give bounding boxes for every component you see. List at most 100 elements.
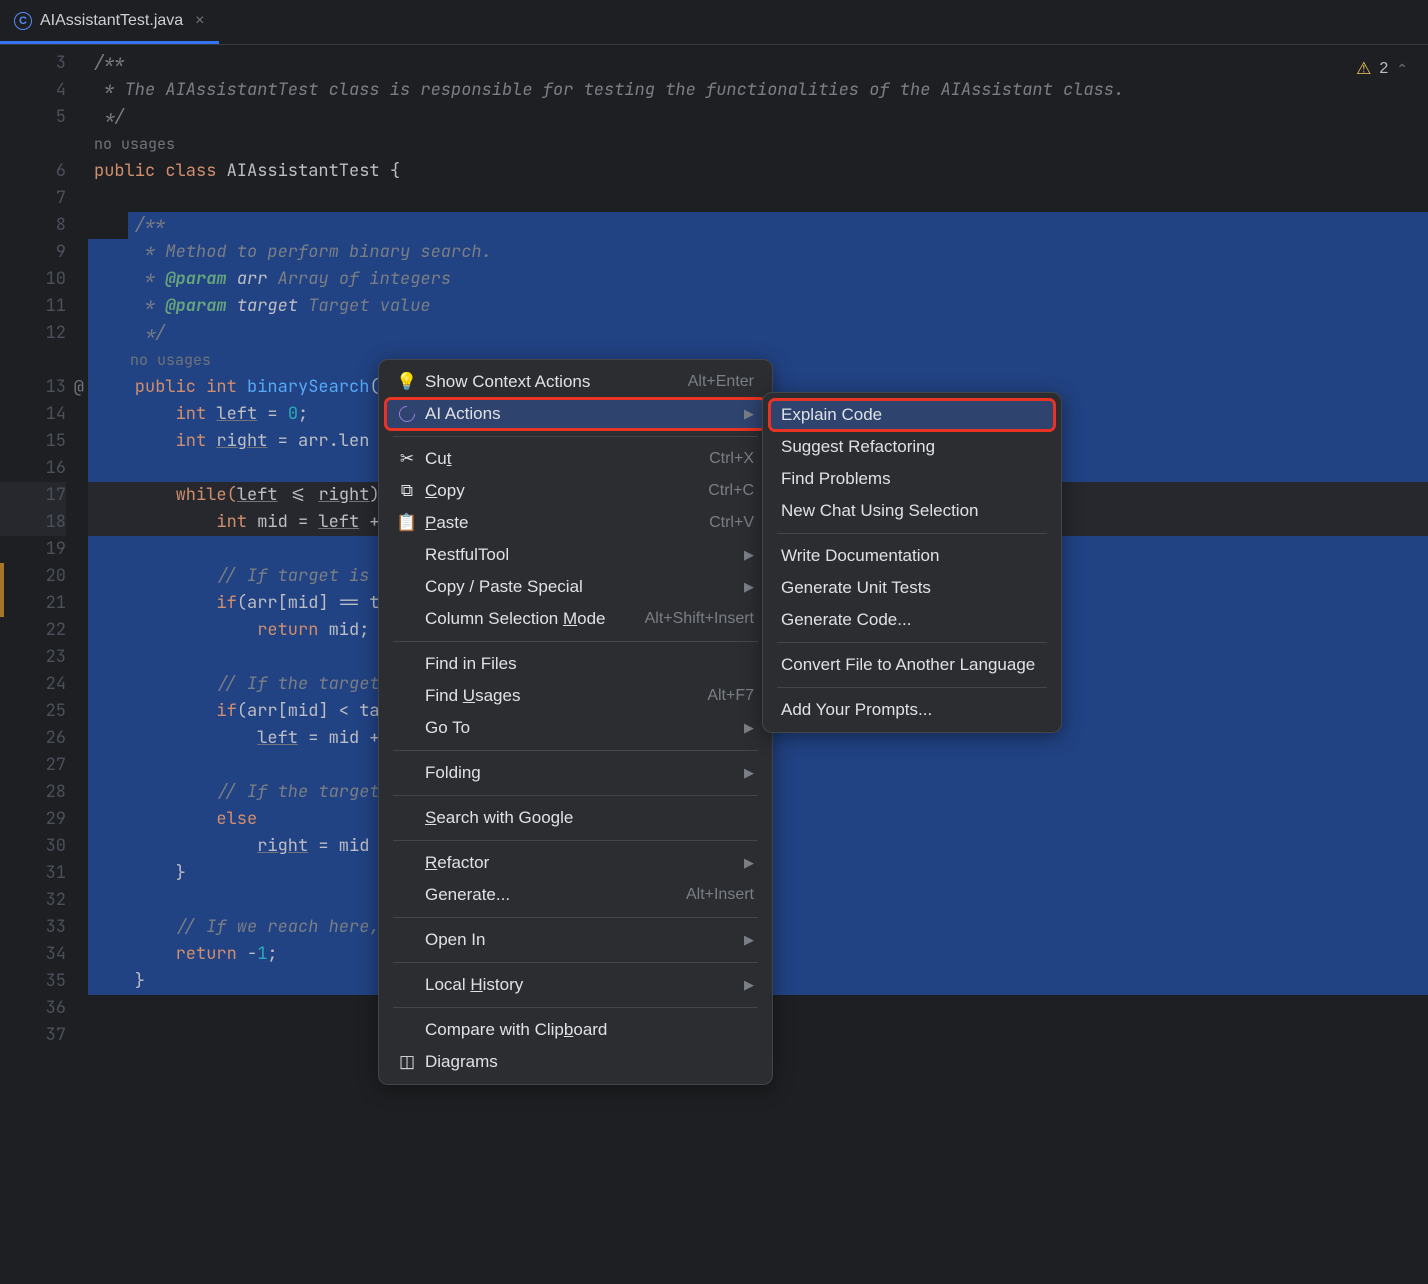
separator (393, 840, 758, 841)
code: */ (94, 106, 125, 128)
line-number[interactable]: 18 (0, 509, 66, 536)
menu-find-usages[interactable]: Find Usages Alt+F7 (385, 680, 766, 712)
line-number[interactable]: 33 (0, 914, 66, 941)
ai-actions-submenu: Explain Code Suggest Refactoring Find Pr… (762, 392, 1062, 733)
line-number[interactable]: 32 (0, 887, 66, 914)
submenu-convert-file[interactable]: Convert File to Another Language (769, 649, 1055, 681)
chevron-right-icon: ▶ (744, 765, 754, 781)
line-number[interactable]: 4 (0, 77, 66, 104)
line-number[interactable]: 24 (0, 671, 66, 698)
submenu-generate-unit-tests[interactable]: Generate Unit Tests (769, 572, 1055, 604)
chevron-right-icon: ▶ (744, 720, 754, 736)
paste-icon: 📋 (397, 513, 417, 533)
code: // If the target (94, 673, 380, 695)
separator (777, 642, 1047, 643)
line-number[interactable]: 12 (0, 320, 66, 347)
usage-hint[interactable]: no usages (88, 131, 1428, 158)
line-number[interactable]: 14 (0, 401, 66, 428)
submenu-new-chat[interactable]: New Chat Using Selection (769, 495, 1055, 527)
menu-local-history[interactable]: Local History ▶ (385, 969, 766, 1001)
submenu-generate-code[interactable]: Generate Code... (769, 604, 1055, 636)
menu-diagrams[interactable]: ◫ Diagrams (385, 1046, 766, 1078)
line-number[interactable]: 25 (0, 698, 66, 725)
submenu-add-prompts[interactable]: Add Your Prompts... (769, 694, 1055, 726)
gutter: 3 4 5 6 7 8 9 10 11 12 13@ 14 15 16 17 1… (0, 45, 88, 1284)
bulb-icon: 💡 (397, 372, 417, 392)
copy-icon: ⧉ (397, 481, 417, 501)
line-number[interactable]: 19 (0, 536, 66, 563)
line-number[interactable]: 3 (0, 50, 66, 77)
line-number[interactable]: 34 (0, 941, 66, 968)
line-number[interactable]: 8 (0, 212, 66, 239)
line-number[interactable]: 35 (0, 968, 66, 995)
menu-search-google[interactable]: Search with Google (385, 802, 766, 834)
menu-restfultool[interactable]: RestfulTool ▶ (385, 539, 766, 571)
line-number[interactable]: 21 (0, 590, 66, 617)
menu-go-to[interactable]: Go To ▶ (385, 712, 766, 744)
tab-filename: AIAssistantTest.java (40, 12, 183, 30)
diagram-icon: ◫ (397, 1052, 417, 1072)
menu-show-context-actions[interactable]: 💡 Show Context Actions Alt+Enter (385, 366, 766, 398)
line-number[interactable]: 10 (0, 266, 66, 293)
line-number[interactable]: 7 (0, 185, 66, 212)
line-number[interactable]: 15 (0, 428, 66, 455)
file-tab[interactable]: AIAssistantTest.java × (0, 0, 219, 44)
line-number[interactable]: 9 (0, 239, 66, 266)
menu-paste[interactable]: 📋 Paste Ctrl+V (385, 507, 766, 539)
menu-column-selection[interactable]: Column Selection Mode Alt+Shift+Insert (385, 603, 766, 635)
separator (393, 1007, 758, 1008)
submenu-explain-code[interactable]: Explain Code (769, 399, 1055, 431)
code: // If the target (94, 781, 380, 803)
menu-compare-clipboard[interactable]: Compare with Clipboard (385, 1014, 766, 1046)
line-number[interactable]: 6 (0, 158, 66, 185)
line-number[interactable]: 27 (0, 752, 66, 779)
menu-folding[interactable]: Folding ▶ (385, 757, 766, 789)
menu-ai-actions[interactable]: AI Actions ▶ (385, 398, 766, 430)
menu-copy[interactable]: ⧉ Copy Ctrl+C (385, 475, 766, 507)
line-number[interactable]: 28 (0, 779, 66, 806)
gutter-override-icon[interactable]: @ (74, 374, 84, 401)
code: * The AIAssistantTest class is responsib… (94, 79, 1124, 101)
separator (393, 641, 758, 642)
line-number[interactable]: 16 (0, 455, 66, 482)
line-number[interactable]: 22 (0, 617, 66, 644)
context-menu: 💡 Show Context Actions Alt+Enter AI Acti… (378, 359, 773, 1085)
chevron-right-icon: ▶ (744, 977, 754, 993)
menu-find-in-files[interactable]: Find in Files (385, 648, 766, 680)
menu-generate[interactable]: Generate... Alt+Insert (385, 879, 766, 911)
line-number[interactable]: 20 (0, 563, 66, 590)
line-number[interactable]: 11 (0, 293, 66, 320)
chevron-right-icon: ▶ (744, 855, 754, 871)
menu-copy-paste-special[interactable]: Copy / Paste Special ▶ (385, 571, 766, 603)
code: } (94, 970, 155, 992)
submenu-suggest-refactoring[interactable]: Suggest Refactoring (769, 431, 1055, 463)
line-number[interactable]: 17 (0, 482, 66, 509)
scissors-icon: ✂ (397, 449, 417, 469)
line-number[interactable]: 23 (0, 644, 66, 671)
menu-refactor[interactable]: Refactor ▶ (385, 847, 766, 879)
line-number[interactable]: 30 (0, 833, 66, 860)
code: /** (94, 214, 165, 236)
menu-cut[interactable]: ✂ Cut Ctrl+X (385, 443, 766, 475)
chevron-right-icon: ▶ (744, 406, 754, 422)
submenu-find-problems[interactable]: Find Problems (769, 463, 1055, 495)
submenu-write-documentation[interactable]: Write Documentation (769, 540, 1055, 572)
close-icon[interactable]: × (195, 12, 204, 30)
separator (393, 750, 758, 751)
line-number[interactable]: 31 (0, 860, 66, 887)
separator (393, 917, 758, 918)
line-number[interactable]: 37 (0, 1022, 66, 1049)
menu-open-in[interactable]: Open In ▶ (385, 924, 766, 956)
line-number[interactable]: 13@ (0, 374, 66, 401)
class-file-icon (14, 12, 32, 30)
line-number[interactable]: 36 (0, 995, 66, 1022)
chevron-right-icon: ▶ (744, 547, 754, 563)
chevron-right-icon: ▶ (744, 579, 754, 595)
line-number[interactable]: 5 (0, 104, 66, 131)
code: } (94, 862, 186, 884)
code: // If target is p (94, 565, 390, 587)
ai-swirl-icon (397, 406, 417, 422)
line-number[interactable]: 29 (0, 806, 66, 833)
separator (777, 687, 1047, 688)
line-number[interactable]: 26 (0, 725, 66, 752)
